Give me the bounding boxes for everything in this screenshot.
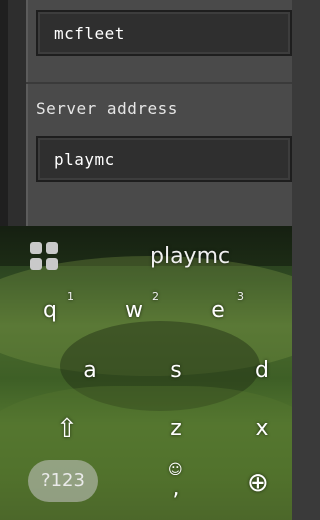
key-q[interactable]: q [40,298,60,323]
key-x[interactable]: x [252,416,272,441]
globe-icon[interactable]: ⊕ [247,468,269,498]
key-e-number: 3 [237,290,244,303]
server-name-value: mcfleet [54,24,125,43]
key-d[interactable]: d [252,358,272,383]
key-z[interactable]: z [166,416,186,441]
key-comma[interactable]: , [170,476,182,501]
key-w-number: 2 [152,290,159,303]
shift-icon[interactable]: ⇧ [56,414,78,444]
server-name-field[interactable]: mcfleet [36,10,292,56]
suggestion-word[interactable]: playmc [150,244,230,269]
divider [26,82,292,84]
symbols-key[interactable]: ?123 [28,460,98,502]
apps-grid-icon[interactable] [30,242,60,272]
key-a[interactable]: a [80,358,100,383]
server-address-value: playmc [54,150,115,169]
game-screen: mcfleet Server address playmc [0,0,292,226]
server-address-field[interactable]: playmc [36,136,292,182]
server-address-label: Server address [36,99,178,118]
key-s[interactable]: s [166,358,186,383]
background-strip [0,0,8,226]
key-w[interactable]: w [122,298,146,323]
key-e[interactable]: e [208,298,228,323]
soft-keyboard: playmc q 1 w 2 e 3 a s d ⇧ z x ?123 ☺ , … [0,226,292,520]
key-q-number: 1 [67,290,74,303]
